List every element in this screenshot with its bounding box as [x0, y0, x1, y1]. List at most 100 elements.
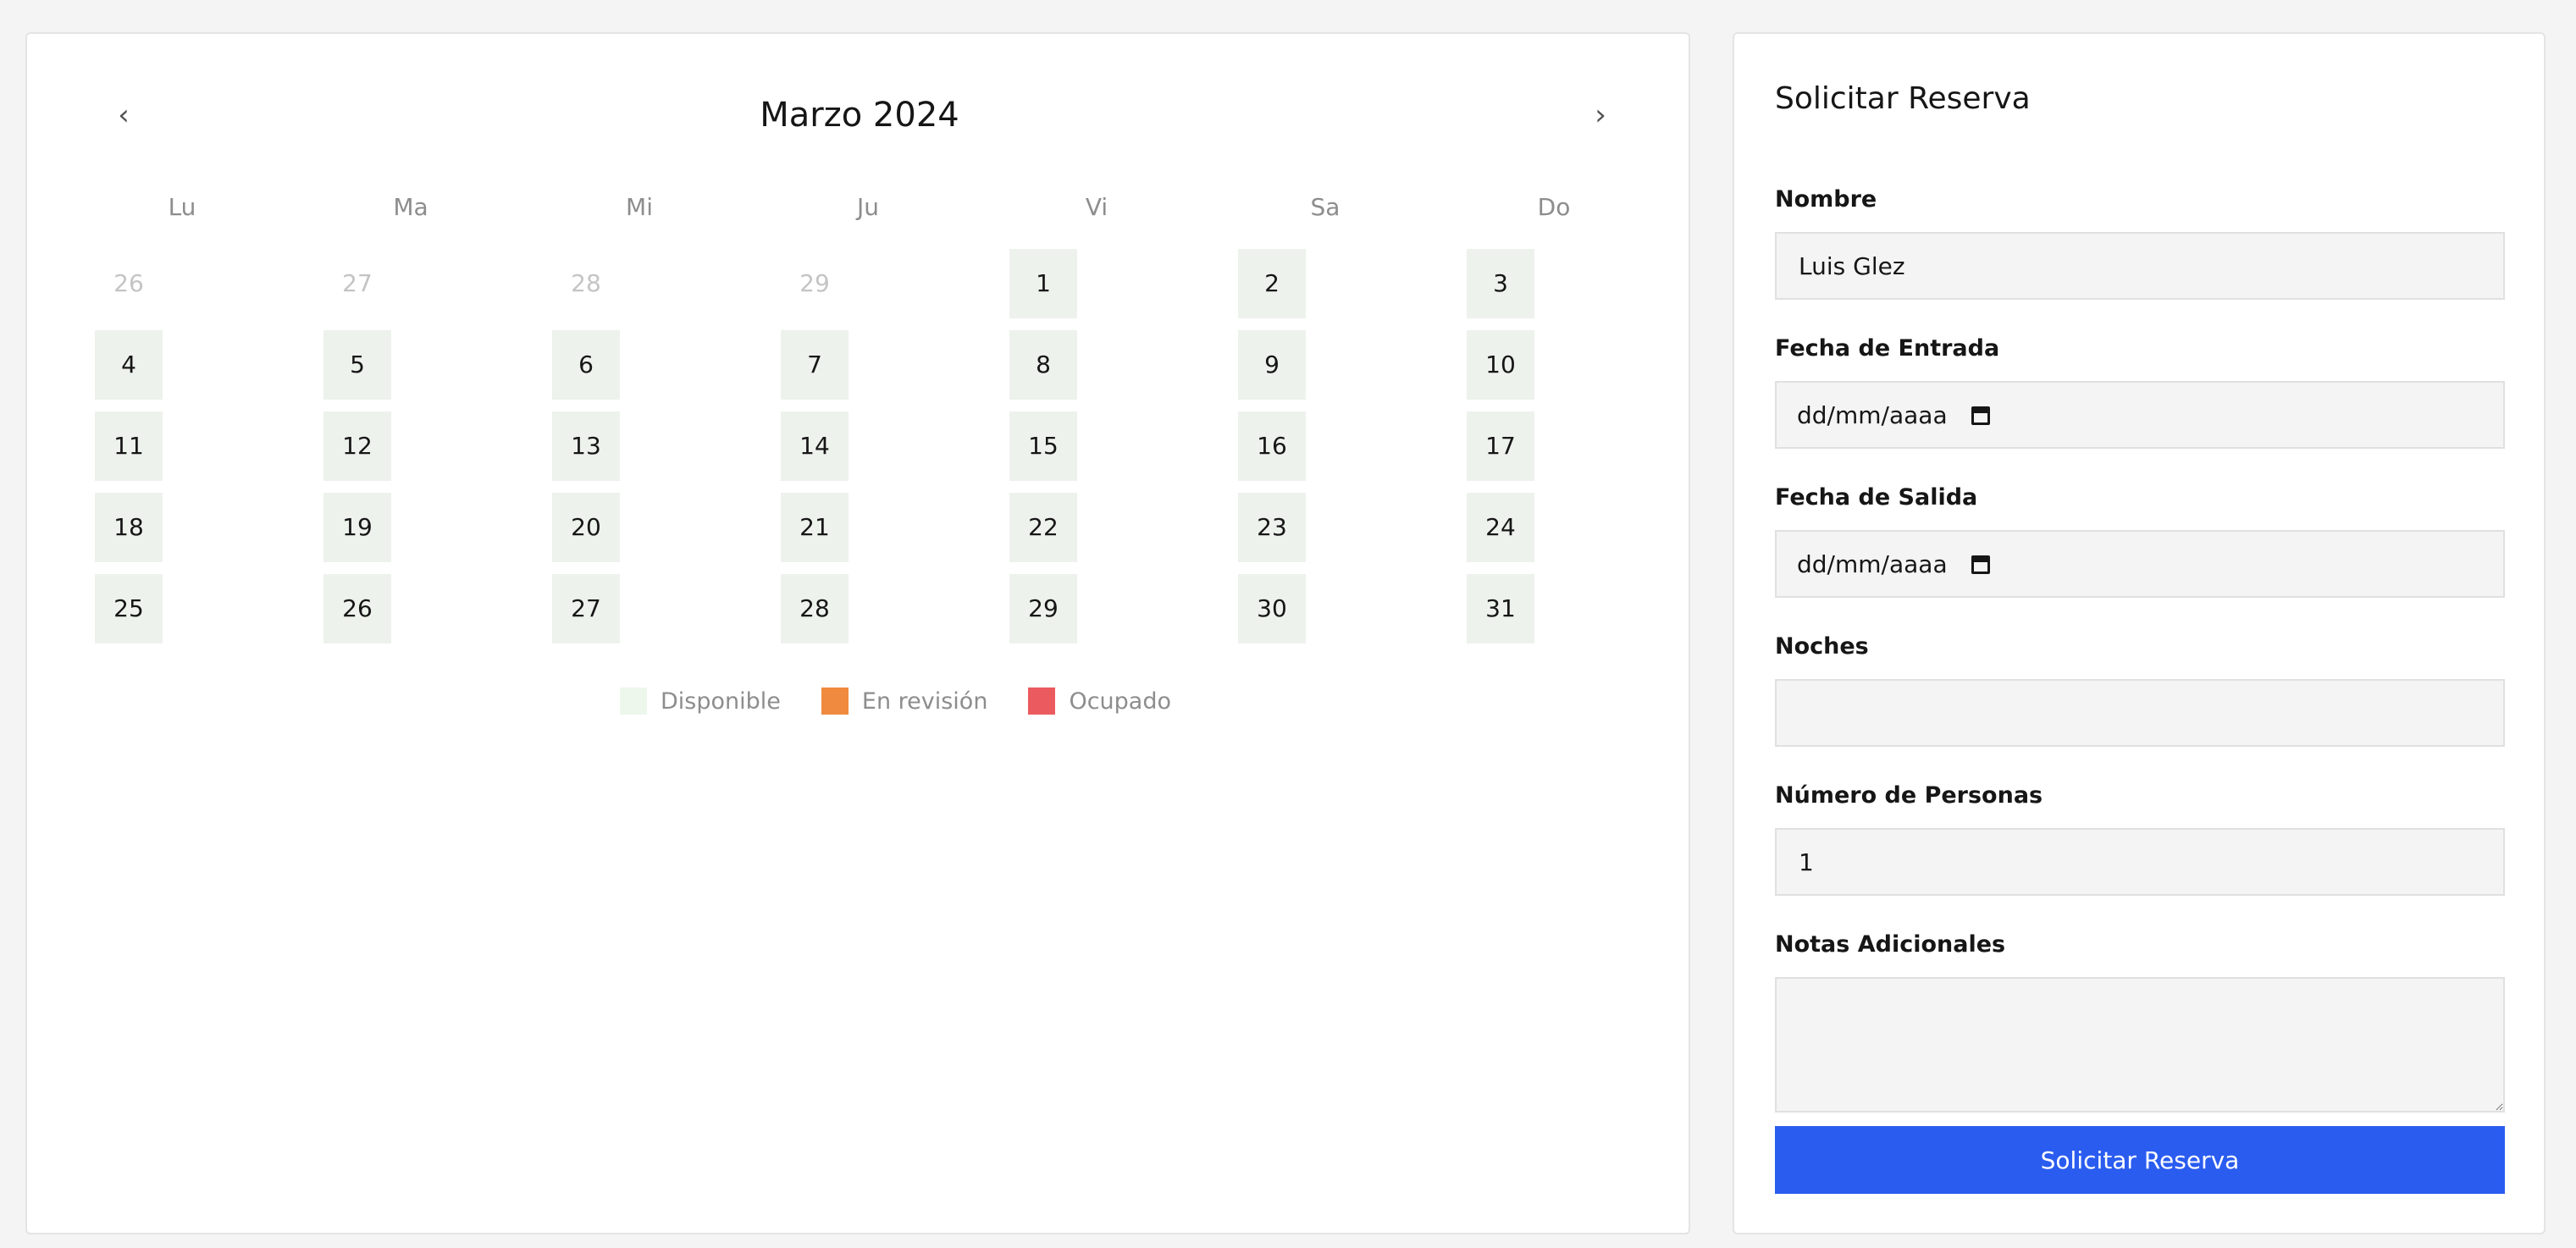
- checkout-label: Fecha de Salida: [1775, 484, 1978, 511]
- calendar-day-available[interactable]: 17: [1467, 411, 1534, 481]
- calendar-day-available[interactable]: 15: [1009, 411, 1077, 481]
- checkin-date-text: dd/mm/aaaa: [1797, 400, 1948, 429]
- calendar-cell: 16: [1211, 411, 1440, 481]
- calendar-week-row: 25 26 27 28 29 30 31: [68, 574, 1668, 643]
- calendar-day-available[interactable]: 13: [552, 411, 620, 481]
- calendar-icon[interactable]: [1971, 554, 1990, 574]
- checkout-date-input[interactable]: dd/mm/aaaa: [1775, 530, 2505, 598]
- nights-input-wrapper: [1775, 679, 2505, 747]
- calendar-cell: 11: [68, 411, 296, 481]
- calendar-cell: 2: [1211, 249, 1440, 318]
- calendar-cell: 1: [982, 249, 1211, 318]
- calendar-cell: 28: [754, 574, 982, 643]
- weekday-label: Vi: [1085, 193, 1108, 221]
- calendar-day-available[interactable]: 21: [781, 493, 849, 562]
- calendar-cell: 5: [296, 330, 525, 400]
- checkout-date-text: dd/mm/aaaa: [1797, 549, 1948, 578]
- calendar-day-available[interactable]: 30: [1238, 574, 1306, 643]
- people-label: Número de Personas: [1775, 782, 2043, 809]
- name-input-wrapper: [1775, 232, 2505, 300]
- calendar-week-row: 26 27 28 29 1 2 3: [68, 249, 1668, 318]
- calendar-cell: 18: [68, 493, 296, 562]
- calendar-cell: 25: [68, 574, 296, 643]
- weekday-label: Ma: [393, 193, 428, 221]
- calendar-cell: 14: [754, 411, 982, 481]
- calendar-day-available[interactable]: 20: [552, 493, 620, 562]
- legend-label: Disponible: [661, 688, 781, 715]
- weekday-label: Sa: [1310, 193, 1341, 221]
- calendar-icon[interactable]: [1971, 405, 1990, 425]
- calendar-cell: 6: [525, 330, 754, 400]
- calendar-cell: 23: [1211, 493, 1440, 562]
- calendar-day-available[interactable]: 25: [95, 574, 163, 643]
- calendar-day-available[interactable]: 24: [1467, 493, 1534, 562]
- calendar-day-available[interactable]: 14: [781, 411, 849, 481]
- calendar-grid: 26 27 28 29 1 2 3 4 5 6 7 8 9 10 11 12 13 14 15 16 17 18 19 20 2…: [68, 249, 1668, 655]
- legend-item: Ocupado: [1028, 688, 1171, 715]
- calendar-day-available[interactable]: 8: [1009, 330, 1077, 400]
- weekday-header-row: Lu Ma Mi Ju Vi Sa Do: [68, 186, 1668, 229]
- calendar-day-available[interactable]: 5: [323, 330, 391, 400]
- calendar-cell: 31: [1440, 574, 1668, 643]
- calendar-cell: 19: [296, 493, 525, 562]
- calendar-cell: 15: [982, 411, 1211, 481]
- calendar-day-available[interactable]: 7: [781, 330, 849, 400]
- calendar-day-available[interactable]: 22: [1009, 493, 1077, 562]
- calendar-day-available[interactable]: 1: [1009, 249, 1077, 318]
- month-title: Marzo 2024: [760, 96, 959, 135]
- calendar-day-available[interactable]: 26: [323, 574, 391, 643]
- calendar-day-available[interactable]: 11: [95, 411, 163, 481]
- legend-item: Disponible: [620, 688, 781, 715]
- legend-label: Ocupado: [1069, 688, 1172, 715]
- calendar-day-available[interactable]: 31: [1467, 574, 1534, 643]
- name-label: Nombre: [1775, 186, 1877, 213]
- calendar-cell: 28: [525, 249, 754, 318]
- calendar-cell: 27: [296, 249, 525, 318]
- notes-field-group: Notas Adicionales: [1775, 931, 2505, 1113]
- weekday-label: Lu: [168, 193, 196, 221]
- calendar-cell: 17: [1440, 411, 1668, 481]
- calendar-cell: 26: [296, 574, 525, 643]
- name-input[interactable]: [1797, 251, 2483, 281]
- calendar-day-available[interactable]: 12: [323, 411, 391, 481]
- calendar-day-available[interactable]: 23: [1238, 493, 1306, 562]
- calendar-day-available[interactable]: 16: [1238, 411, 1306, 481]
- calendar-day-available[interactable]: 6: [552, 330, 620, 400]
- calendar-day-available[interactable]: 9: [1238, 330, 1306, 400]
- people-input-wrapper: [1775, 828, 2505, 896]
- people-input[interactable]: [1797, 847, 2483, 877]
- calendar-cell: 21: [754, 493, 982, 562]
- calendar-day-available[interactable]: 28: [781, 574, 849, 643]
- checkout-field-group: Fecha de Salida dd/mm/aaaa: [1775, 484, 2505, 598]
- calendar-cell: 9: [1211, 330, 1440, 400]
- calendar-day-available[interactable]: 29: [1009, 574, 1077, 643]
- calendar-cell: 30: [1211, 574, 1440, 643]
- calendar-legend: Disponible En revisión Ocupado: [620, 686, 1212, 716]
- nights-input[interactable]: [1797, 698, 2483, 728]
- calendar-day-outside-month: 28: [571, 269, 601, 297]
- calendar-cell: 22: [982, 493, 1211, 562]
- calendar-cell: 10: [1440, 330, 1668, 400]
- calendar-week-row: 11 12 13 14 15 16 17: [68, 411, 1668, 481]
- calendar-day-available[interactable]: 3: [1467, 249, 1534, 318]
- legend-swatch: [821, 688, 849, 715]
- calendar-day-available[interactable]: 27: [552, 574, 620, 643]
- calendar-cell: 29: [754, 249, 982, 318]
- submit-booking-button[interactable]: Solicitar Reserva: [1775, 1126, 2505, 1194]
- calendar-cell: 24: [1440, 493, 1668, 562]
- chevron-right-icon[interactable]: ›: [1570, 85, 1631, 146]
- calendar-day-available[interactable]: 10: [1467, 330, 1534, 400]
- calendar-header: ‹ Marzo 2024 ›: [68, 85, 1651, 146]
- checkin-date-input[interactable]: dd/mm/aaaa: [1775, 381, 2505, 449]
- legend-label: En revisión: [861, 688, 988, 715]
- calendar-panel: ‹ Marzo 2024 › Lu Ma Mi Ju Vi Sa Do 26 27…: [25, 32, 1690, 1234]
- calendar-day-available[interactable]: 18: [95, 493, 163, 562]
- calendar-day-outside-month: 26: [113, 269, 144, 297]
- calendar-day-outside-month: 27: [342, 269, 373, 297]
- notes-textarea[interactable]: [1775, 977, 2505, 1113]
- calendar-day-available[interactable]: 19: [323, 493, 391, 562]
- booking-form-panel: Solicitar Reserva Nombre Fecha de Entrad…: [1733, 32, 2546, 1234]
- form-title: Solicitar Reserva: [1775, 81, 2031, 116]
- calendar-day-available[interactable]: 2: [1238, 249, 1306, 318]
- calendar-day-available[interactable]: 4: [95, 330, 163, 400]
